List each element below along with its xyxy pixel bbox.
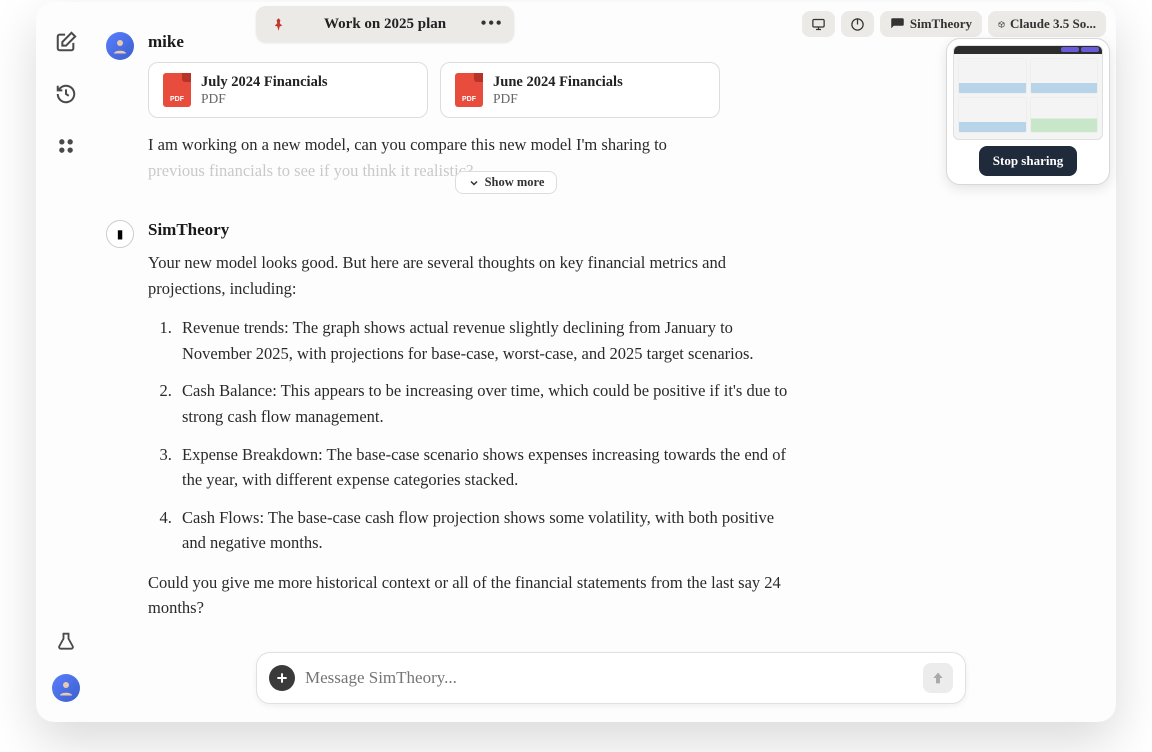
message-composer xyxy=(256,652,966,704)
stop-sharing-button[interactable]: Stop sharing xyxy=(979,146,1077,176)
attachment-item[interactable]: PDF July 2024 Financials PDF xyxy=(148,62,428,118)
bot-name: SimTheory xyxy=(148,220,788,240)
add-attachment-button[interactable] xyxy=(269,665,295,691)
assistant-chip[interactable]: SimTheory xyxy=(880,11,982,37)
message-input[interactable] xyxy=(305,668,913,688)
attachment-title: July 2024 Financials xyxy=(201,74,328,91)
attachment-type: PDF xyxy=(201,91,328,107)
screen-icon[interactable] xyxy=(802,11,835,37)
bot-outro-text: Could you give me more historical contex… xyxy=(148,570,788,621)
pdf-icon: PDF xyxy=(455,73,483,107)
title-pill: Work on 2025 plan ••• xyxy=(256,6,514,42)
bot-intro-text: Your new model looks good. But here are … xyxy=(148,250,788,301)
attachment-type: PDF xyxy=(493,91,623,107)
lab-icon[interactable] xyxy=(54,630,78,654)
screen-share-preview: Stop sharing xyxy=(946,38,1110,185)
history-icon[interactable] xyxy=(54,82,78,106)
user-message-avatar xyxy=(106,32,134,60)
attachment-item[interactable]: PDF June 2024 Financials PDF xyxy=(440,62,720,118)
chevron-down-icon xyxy=(468,177,480,189)
user-avatar[interactable] xyxy=(52,674,80,702)
power-icon[interactable] xyxy=(841,11,874,37)
chat-title[interactable]: Work on 2025 plan xyxy=(294,12,476,37)
show-more-button[interactable]: Show more xyxy=(455,171,558,194)
apps-icon[interactable] xyxy=(54,134,78,158)
bot-point: Cash Flows: The base-case cash flow proj… xyxy=(176,505,788,556)
bot-point: Revenue trends: The graph shows actual r… xyxy=(176,315,788,366)
assistant-chip-label: SimTheory xyxy=(910,16,972,32)
send-button[interactable] xyxy=(923,663,953,693)
bot-point: Expense Breakdown: The base-case scenari… xyxy=(176,442,788,493)
new-chat-icon[interactable] xyxy=(54,30,78,54)
share-thumbnail[interactable] xyxy=(953,45,1103,140)
show-more-label: Show more xyxy=(485,175,545,190)
pdf-icon: PDF xyxy=(163,73,191,107)
bot-point: Cash Balance: This appears to be increas… xyxy=(176,378,788,429)
model-chip[interactable]: Claude 3.5 So... xyxy=(988,11,1106,37)
attachment-title: June 2024 Financials xyxy=(493,74,623,91)
bot-message-avatar: ▮ xyxy=(106,220,134,248)
model-chip-label: Claude 3.5 So... xyxy=(1010,16,1096,32)
more-icon[interactable]: ••• xyxy=(478,10,506,38)
pin-icon[interactable] xyxy=(264,10,292,38)
